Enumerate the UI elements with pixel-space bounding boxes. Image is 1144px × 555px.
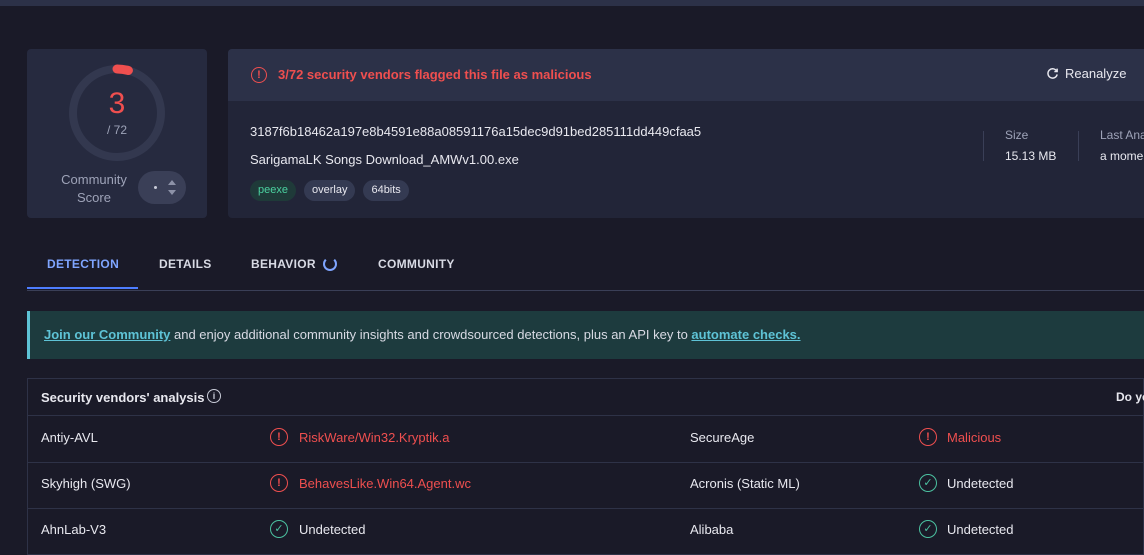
meta-divider <box>983 131 984 161</box>
undetected-icon: ✓ <box>270 520 288 538</box>
size-label: Size <box>1005 128 1029 142</box>
alert-text: 3/72 security vendors flagged this file … <box>278 67 592 82</box>
vendor-name: AhnLab-V3 <box>41 522 107 537</box>
tab-detection[interactable]: DETECTION <box>47 257 119 271</box>
banner-middle-text: and enjoy additional community insights … <box>170 327 692 342</box>
active-tab-indicator <box>27 287 138 289</box>
vendor-name: Alibaba <box>690 522 734 537</box>
gauge-fill <box>112 64 133 75</box>
file-name: SarigamaLK Songs Download_AMWv1.00.exe <box>250 152 519 167</box>
reanalyze-button[interactable]: Reanalyze <box>1046 66 1126 81</box>
community-score-label: Community Score <box>61 172 127 205</box>
join-community-link[interactable]: Join our Community <box>44 327 170 342</box>
vendor-result: Undetected <box>299 522 366 537</box>
reanalyze-label: Reanalyze <box>1065 66 1127 81</box>
tab-bar: DETECTION DETAILS BEHAVIOR COMMUNITY <box>27 244 1144 291</box>
vendor-name: Acronis (Static ML) <box>690 476 800 491</box>
automate-checks-link[interactable]: automate checks. <box>691 327 800 342</box>
banner-text: Join our Community and enjoy additional … <box>44 327 801 342</box>
size-value: 15.13 MB <box>1005 149 1057 163</box>
tag-64bits[interactable]: 64bits <box>363 180 409 201</box>
table-row: AhnLab-V3 ✓ Undetected Alibaba ✓ Undetected <box>28 508 1144 555</box>
vendor-result: Malicious <box>947 430 1002 445</box>
vendor-result: Undetected <box>947 476 1014 491</box>
last-analysis-label: Last Ana <box>1100 128 1144 142</box>
alert-icon: ! <box>251 67 267 83</box>
undetected-icon: ✓ <box>919 520 937 538</box>
malicious-icon: ! <box>270 428 288 446</box>
vendors-header-right-text[interactable]: Do yo <box>1116 390 1144 404</box>
tab-community[interactable]: COMMUNITY <box>378 257 455 271</box>
file-hash[interactable]: 3187f6b18462a197e8b4591e88a08591176a15de… <box>250 124 701 139</box>
detections-count: 3 <box>108 87 126 120</box>
vendor-result: BehavesLike.Win64.Agent.wc <box>299 476 471 491</box>
table-row: Antiy-AVL! RiskWare/Win32.Kryptik.a Secure… <box>28 416 1144 463</box>
score-value-dot <box>154 186 157 189</box>
tab-behavior-label: BEHAVIOR <box>251 257 316 271</box>
score-card: 3 / 72 Community Score <box>27 49 207 218</box>
refresh-icon <box>1047 68 1058 79</box>
file-tags: peexe overlay 64bits <box>250 180 409 201</box>
community-banner: Join our Community and enjoy additional … <box>27 311 1144 359</box>
loading-spinner-icon <box>322 257 337 271</box>
vendor-result: Undetected <box>947 522 1014 537</box>
total-vendors: / 72 <box>106 123 127 137</box>
vendor-result: RiskWare/Win32.Kryptik.a <box>299 430 450 445</box>
top-bar <box>0 0 1144 6</box>
vendor-name: Antiy-AVL <box>41 430 98 445</box>
table-row: Skyhigh (SWG)! BehavesLike.Win64.Agent.wc… <box>28 462 1144 509</box>
tag-peexe[interactable]: peexe <box>250 180 296 201</box>
last-analysis-value: a mome <box>1100 149 1144 163</box>
community-score-vote[interactable] <box>138 171 186 204</box>
downvote-icon[interactable] <box>168 190 176 195</box>
malicious-icon: ! <box>919 428 937 446</box>
tab-details[interactable]: DETAILS <box>159 257 212 271</box>
meta-divider <box>1078 131 1079 161</box>
vendors-title: Security vendors' analysis <box>41 390 205 405</box>
file-info-card: ! 3/72 security vendors flagged this fil… <box>228 49 1144 218</box>
vendors-table: Security vendors' analysis i Do yo Antiy… <box>27 378 1144 555</box>
vendor-name: Skyhigh (SWG) <box>41 476 131 491</box>
tag-overlay[interactable]: overlay <box>303 180 356 201</box>
undetected-icon: ✓ <box>919 474 937 492</box>
upvote-icon[interactable] <box>168 180 176 185</box>
vendor-name: SecureAge <box>690 430 755 445</box>
vendors-header: Security vendors' analysis i Do yo <box>28 379 1144 416</box>
alert-header: ! 3/72 security vendors flagged this fil… <box>228 49 1144 101</box>
tab-behavior[interactable]: BEHAVIOR <box>251 257 337 271</box>
info-icon[interactable]: i <box>207 389 221 403</box>
malicious-icon: ! <box>270 474 288 492</box>
